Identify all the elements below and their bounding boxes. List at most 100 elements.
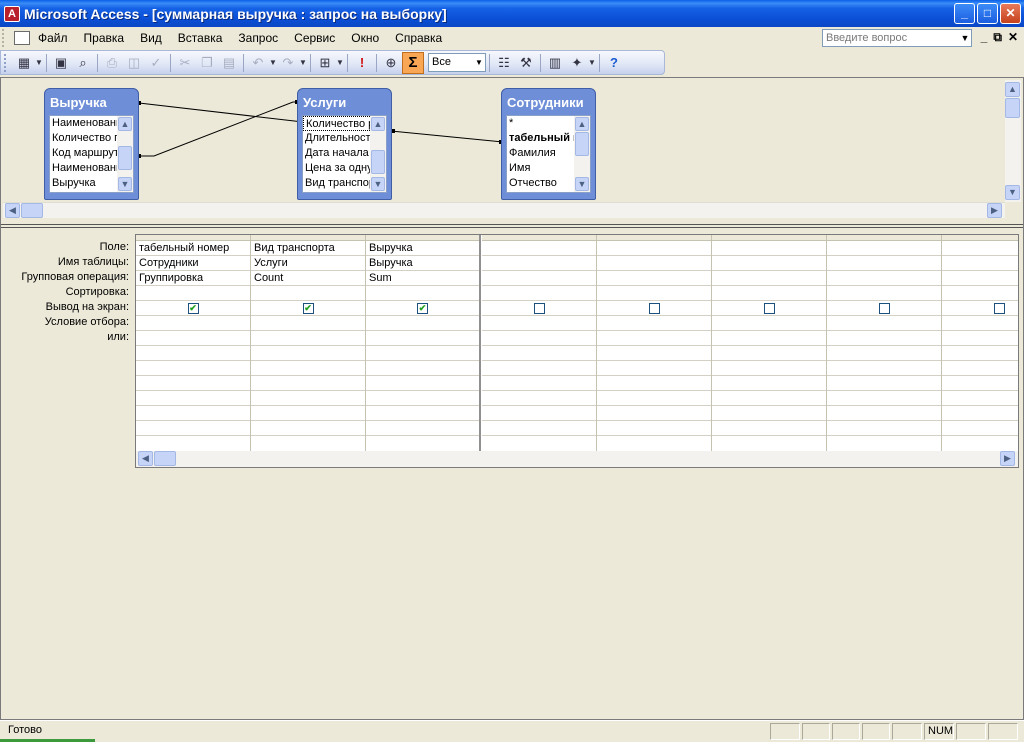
empty-cell[interactable] (366, 421, 479, 436)
scroll-down-icon[interactable]: ▼ (371, 177, 385, 191)
empty-cell[interactable] (251, 406, 365, 421)
empty-cell[interactable] (251, 361, 365, 376)
table-box-vyruchka[interactable]: Выручка Наименовани Количество п Код мар… (44, 88, 139, 200)
menu-file[interactable]: Файл (38, 28, 76, 48)
table-title[interactable]: Услуги (302, 89, 387, 115)
empty-cell[interactable] (136, 406, 250, 421)
show-cell[interactable] (827, 301, 941, 316)
properties-icon[interactable]: ☷ (493, 52, 515, 74)
scroll-right-icon[interactable]: ▶ (987, 203, 1002, 218)
show-checkbox-unchecked[interactable] (763, 302, 775, 314)
show-cell[interactable] (712, 301, 826, 316)
field-cell[interactable] (712, 241, 826, 256)
table-cell[interactable] (827, 256, 941, 271)
field-list[interactable]: * табельный н Фамилия Имя Отчество ▲ ▼ (506, 115, 591, 193)
scroll-up-icon[interactable]: ▲ (371, 117, 385, 131)
grid-column[interactable]: Вид транспорта Услуги Count ✔ (251, 235, 366, 453)
pane-splitter[interactable] (1, 224, 1023, 228)
or-cell[interactable] (712, 331, 826, 346)
scroll-thumb[interactable] (575, 132, 589, 156)
empty-cell[interactable] (251, 421, 365, 436)
mdi-minimize-button[interactable]: _ (981, 30, 988, 45)
empty-cell[interactable] (597, 421, 711, 436)
table-pane-vscrollbar[interactable]: ▲ ▼ (1005, 80, 1021, 202)
empty-cell[interactable] (597, 406, 711, 421)
empty-cell[interactable] (827, 346, 941, 361)
grid-column[interactable] (942, 235, 1018, 453)
minimize-button[interactable]: _ (954, 3, 975, 24)
total-cell[interactable] (712, 271, 826, 286)
grid-column[interactable]: Выручка Выручка Sum ✔ (366, 235, 481, 453)
menu-query[interactable]: Запрос (230, 28, 286, 48)
field-cell[interactable] (482, 241, 596, 256)
search-icon[interactable]: ⌕ (72, 52, 94, 74)
redo-dropdown-arrow[interactable]: ▼ (299, 58, 307, 67)
show-checkbox-unchecked[interactable] (993, 302, 1005, 314)
table-pane-hscrollbar[interactable]: ◀ ▶ (3, 202, 1005, 218)
menu-help[interactable]: Справка (387, 28, 450, 48)
sort-cell[interactable] (942, 286, 1018, 301)
or-cell[interactable] (482, 331, 596, 346)
empty-cell[interactable] (597, 346, 711, 361)
empty-cell[interactable] (482, 346, 596, 361)
scroll-thumb[interactable] (1005, 98, 1020, 118)
empty-cell[interactable] (942, 406, 1018, 421)
totals-sigma-icon[interactable]: Σ (402, 51, 424, 74)
table-pane[interactable]: Выручка Наименовани Количество п Код мар… (3, 80, 1021, 218)
scroll-left-icon[interactable]: ◀ (138, 451, 153, 466)
show-cell[interactable] (482, 301, 596, 316)
empty-cell[interactable] (827, 376, 941, 391)
empty-cell[interactable] (251, 391, 365, 406)
scroll-down-icon[interactable]: ▼ (1005, 185, 1020, 200)
empty-cell[interactable] (366, 406, 479, 421)
sort-cell[interactable] (366, 286, 479, 301)
empty-cell[interactable] (482, 421, 596, 436)
paste-icon[interactable]: ▤ (218, 52, 240, 74)
field-list[interactable]: Количество р Длительност Дата начала Цен… (302, 115, 387, 193)
menu-edit[interactable]: Правка (76, 28, 133, 48)
empty-cell[interactable] (942, 361, 1018, 376)
field-list-scrollbar[interactable]: ▲ ▼ (370, 116, 386, 192)
empty-cell[interactable] (366, 346, 479, 361)
scroll-right-icon[interactable]: ▶ (1000, 451, 1015, 466)
query-design-grid[interactable]: табельный номер Сотрудники Группировка ✔… (135, 234, 1019, 468)
sort-cell[interactable] (136, 286, 250, 301)
empty-cell[interactable] (136, 421, 250, 436)
grid-column[interactable] (827, 235, 942, 453)
show-table-icon[interactable]: ⊕ (380, 52, 402, 74)
show-cell[interactable]: ✔ (136, 301, 250, 316)
new-object-dropdown-arrow[interactable]: ▼ (588, 58, 596, 67)
cut-icon[interactable]: ✂ (174, 52, 196, 74)
redo-icon[interactable]: ↷ (277, 52, 299, 74)
criteria-cell[interactable] (942, 316, 1018, 331)
show-checkbox-checked[interactable]: ✔ (302, 302, 314, 314)
table-title[interactable]: Сотрудники (506, 89, 591, 115)
field-cell[interactable] (942, 241, 1018, 256)
grid-column[interactable]: табельный номер Сотрудники Группировка ✔ (136, 235, 251, 453)
grid-column[interactable] (482, 235, 597, 453)
top-values-select[interactable]: Все ▼ (428, 53, 486, 72)
table-box-sotrudniki[interactable]: Сотрудники * табельный н Фамилия Имя Отч… (501, 88, 596, 200)
total-cell[interactable]: Группировка (136, 271, 250, 286)
copy-icon[interactable]: ❐ (196, 52, 218, 74)
help-question-input[interactable]: Введите вопрос ▼ (822, 29, 972, 47)
empty-cell[interactable] (366, 391, 479, 406)
total-cell[interactable] (942, 271, 1018, 286)
close-button[interactable]: ✕ (1000, 3, 1021, 24)
table-cell[interactable]: Услуги (251, 256, 365, 271)
or-cell[interactable] (827, 331, 941, 346)
menu-view[interactable]: Вид (132, 28, 170, 48)
or-cell[interactable] (597, 331, 711, 346)
new-object-icon[interactable]: ✦ (566, 52, 588, 74)
empty-cell[interactable] (136, 376, 250, 391)
show-cell[interactable] (942, 301, 1018, 316)
menu-window[interactable]: Окно (343, 28, 387, 48)
query-type-dropdown-arrow[interactable]: ▼ (336, 58, 344, 67)
total-cell[interactable]: Count (251, 271, 365, 286)
empty-cell[interactable] (712, 406, 826, 421)
print-preview-icon[interactable]: ◫ (123, 52, 145, 74)
field-cell[interactable]: табельный номер (136, 241, 250, 256)
empty-cell[interactable] (366, 376, 479, 391)
table-cell[interactable] (597, 256, 711, 271)
empty-cell[interactable] (827, 391, 941, 406)
